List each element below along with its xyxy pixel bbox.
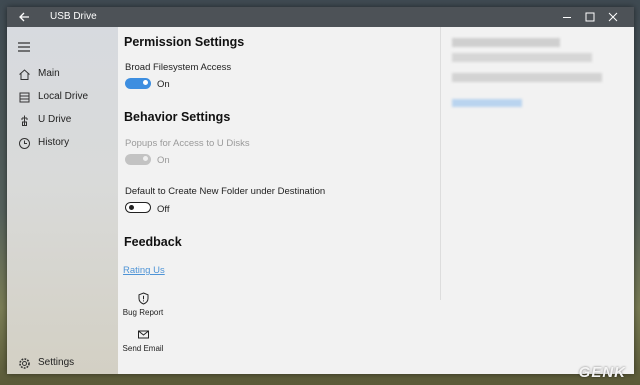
feedback-heading: Feedback bbox=[124, 235, 182, 249]
sidebar-item-u-drive[interactable]: U Drive bbox=[7, 111, 118, 131]
minimize-icon[interactable] bbox=[560, 10, 574, 24]
settings-content: Permission Settings Broad Filesystem Acc… bbox=[118, 27, 634, 374]
rating-us-link[interactable]: Rating Us bbox=[123, 265, 165, 276]
panel-divider bbox=[440, 27, 441, 300]
toggle-knob bbox=[143, 156, 148, 161]
popups-toggle bbox=[125, 154, 151, 165]
history-icon bbox=[19, 138, 30, 149]
broad-access-state: On bbox=[157, 79, 170, 90]
behavior-settings-heading: Behavior Settings bbox=[124, 110, 231, 124]
permission-settings-heading: Permission Settings bbox=[124, 35, 245, 49]
sidebar-item-label: Main bbox=[38, 68, 60, 79]
new-folder-label: Default to Create New Folder under Desti… bbox=[125, 186, 326, 197]
sidebar-item-label: History bbox=[38, 137, 70, 148]
send-email-label: Send Email bbox=[122, 344, 164, 353]
close-icon[interactable] bbox=[606, 10, 620, 24]
genk-watermark: GENK bbox=[578, 364, 626, 381]
nav-sidebar: Main Local Drive U Drive History Setting… bbox=[7, 27, 118, 374]
popups-state: On bbox=[157, 155, 170, 166]
sidebar-item-settings[interactable]: Settings bbox=[7, 354, 118, 374]
toggle-knob bbox=[143, 80, 148, 85]
app-window: USB Drive Main Local Drive U Drive Histo… bbox=[7, 7, 634, 374]
toggle-knob bbox=[129, 204, 134, 210]
window-title: USB Drive bbox=[50, 11, 97, 22]
bug-report-label: Bug Report bbox=[122, 308, 164, 317]
home-icon bbox=[19, 69, 30, 80]
shield-alert-icon bbox=[138, 292, 148, 305]
sidebar-item-label: Local Drive bbox=[38, 91, 89, 102]
redacted-block bbox=[452, 73, 602, 82]
redacted-link-block bbox=[452, 99, 522, 107]
sidebar-item-history[interactable]: History bbox=[7, 134, 118, 154]
maximize-icon[interactable] bbox=[583, 10, 597, 24]
sidebar-item-main[interactable]: Main bbox=[7, 65, 118, 85]
broad-access-label: Broad Filesystem Access bbox=[125, 62, 232, 73]
send-email-button[interactable]: Send Email bbox=[118, 328, 168, 353]
sidebar-item-label: Settings bbox=[38, 357, 75, 368]
gear-icon bbox=[19, 358, 30, 369]
title-bar: USB Drive bbox=[7, 7, 634, 27]
hamburger-menu-icon[interactable] bbox=[17, 41, 31, 53]
drive-icon bbox=[19, 92, 30, 103]
bug-report-button[interactable]: Bug Report bbox=[118, 292, 168, 317]
usb-icon bbox=[21, 115, 28, 126]
sidebar-item-label: U Drive bbox=[38, 114, 72, 125]
redacted-block bbox=[452, 38, 560, 47]
new-folder-state: Off bbox=[157, 204, 170, 215]
new-folder-toggle[interactable] bbox=[125, 202, 151, 213]
back-arrow-icon[interactable] bbox=[17, 10, 31, 24]
sidebar-item-local-drive[interactable]: Local Drive bbox=[7, 88, 118, 108]
popups-label: Popups for Access to U Disks bbox=[125, 138, 250, 149]
redacted-block bbox=[452, 53, 592, 62]
mail-icon bbox=[137, 330, 149, 339]
broad-access-toggle[interactable] bbox=[125, 78, 151, 89]
